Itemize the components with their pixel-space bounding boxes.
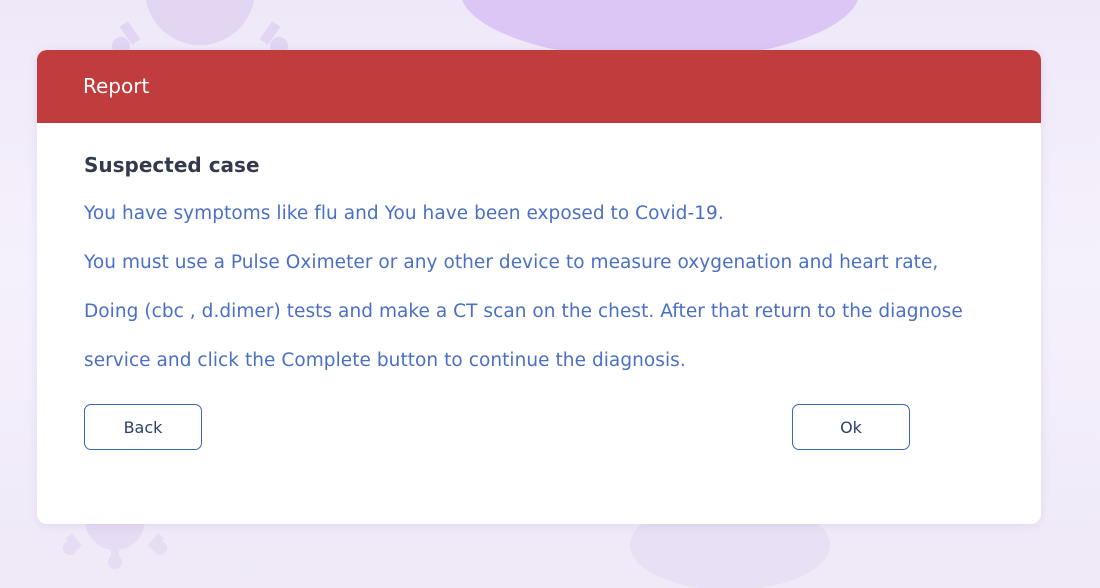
back-button[interactable]: Back (84, 404, 202, 450)
ok-button[interactable]: Ok (792, 404, 910, 450)
dialog-body: Suspected case You have symptoms like fl… (37, 123, 1041, 385)
case-title: Suspected case (84, 153, 260, 177)
virus-icon (630, 515, 830, 588)
dialog-title: Report (83, 73, 150, 98)
report-dialog: Report Suspected case You have symptoms … (37, 50, 1041, 524)
message-line: You must use a Pulse Oximeter or any oth… (84, 252, 963, 371)
dialog-header: Report (37, 50, 1041, 123)
message-line: You have symptoms like flu and You have … (84, 203, 724, 224)
diagnosis-message: You have symptoms like flu and You have … (84, 189, 964, 385)
